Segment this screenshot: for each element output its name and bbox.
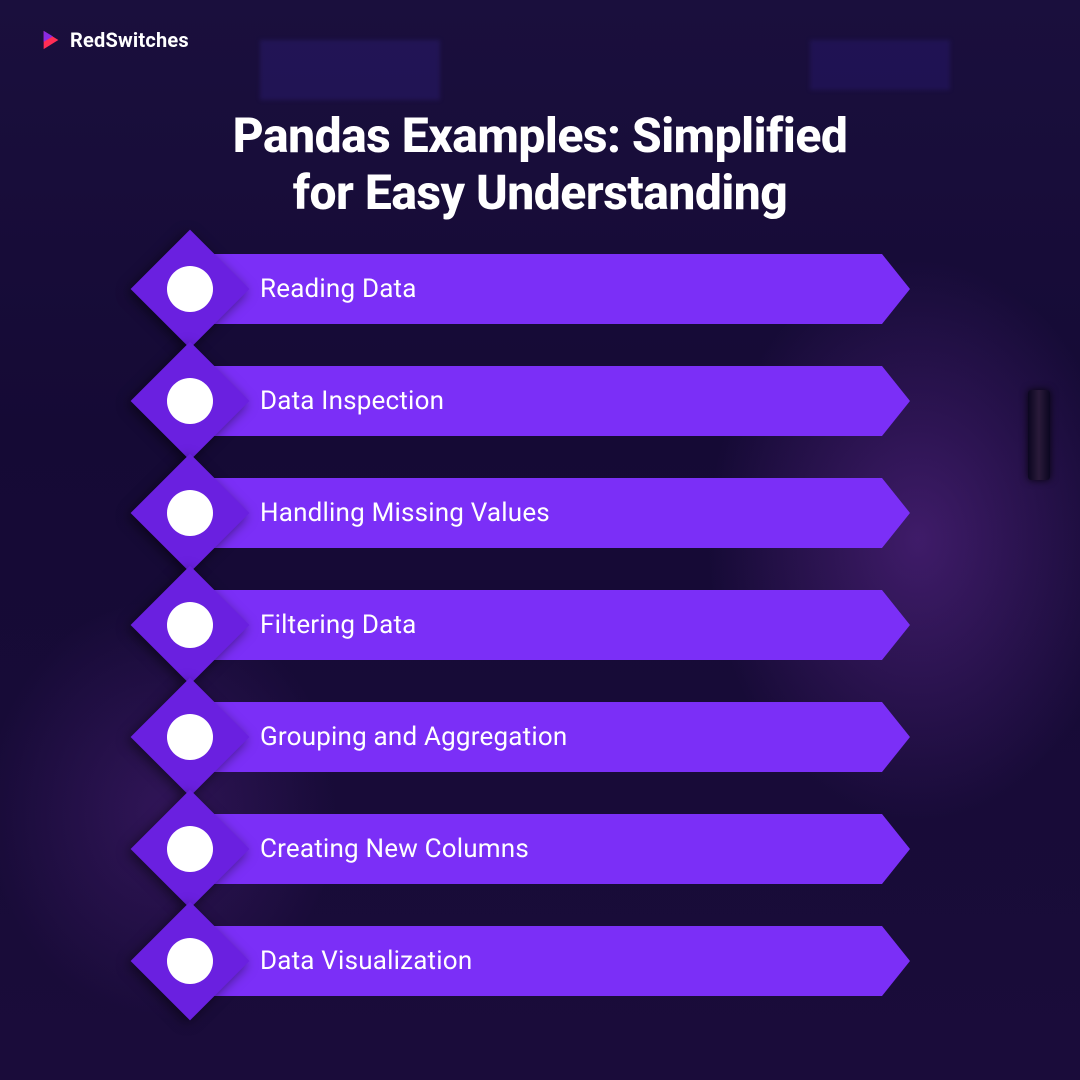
bullet-circle-icon (167, 266, 213, 312)
page-title: Pandas Examples: Simplified for Easy Und… (0, 108, 1080, 221)
title-line-1: Pandas Examples: Simplified (0, 108, 1080, 165)
item-label: Filtering Data (260, 610, 417, 640)
background-edge-detail (1028, 390, 1050, 480)
item-label: Handling Missing Values (260, 498, 550, 528)
list-item: Data Inspection (170, 366, 910, 436)
bullet-circle-icon (167, 602, 213, 648)
bullet-circle-icon (167, 826, 213, 872)
list-item: Reading Data (170, 254, 910, 324)
item-label: Reading Data (260, 274, 417, 304)
brand-logo: RedSwitches (40, 28, 189, 52)
items-list: Reading Data Data Inspection Handling Mi… (170, 254, 910, 996)
list-item: Filtering Data (170, 590, 910, 660)
item-label: Creating New Columns (260, 834, 529, 864)
bullet-circle-icon (167, 490, 213, 536)
play-icon (40, 29, 62, 51)
title-line-2: for Easy Understanding (0, 165, 1080, 222)
item-label: Data Visualization (260, 946, 472, 976)
brand-name: RedSwitches (70, 28, 189, 52)
bullet-circle-icon (167, 714, 213, 760)
list-item: Handling Missing Values (170, 478, 910, 548)
item-label: Data Inspection (260, 386, 444, 416)
bullet-circle-icon (167, 938, 213, 984)
bullet-circle-icon (167, 378, 213, 424)
item-label: Grouping and Aggregation (260, 722, 567, 752)
list-item: Grouping and Aggregation (170, 702, 910, 772)
list-item: Creating New Columns (170, 814, 910, 884)
list-item: Data Visualization (170, 926, 910, 996)
